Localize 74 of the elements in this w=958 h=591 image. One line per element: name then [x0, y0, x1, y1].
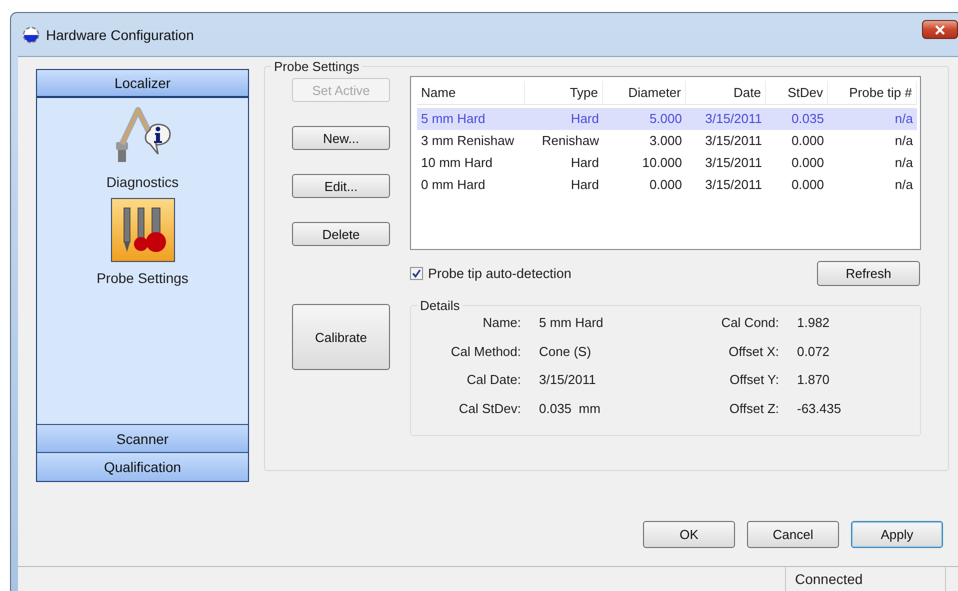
dialog-button[interactable]: Apply [851, 521, 943, 548]
window-title: Hardware Configuration [46, 26, 194, 42]
group-title: Details [419, 298, 461, 313]
table-cell-text: Hard [570, 154, 600, 172]
action-button[interactable]: New... [292, 126, 390, 150]
action-button[interactable]: Delete [292, 222, 390, 246]
table-cell-text: n/a [894, 176, 914, 194]
field-value: 1.982 [797, 315, 831, 332]
table-cell-text: n/a [894, 132, 914, 150]
table-cell-text: 3/15/2011 [704, 154, 763, 172]
field-label: Cal Method: [450, 344, 521, 360]
sidebar-header[interactable]: Localizer [37, 70, 248, 98]
table-cell-text: 5 mm Hard [420, 110, 486, 128]
status-text: Connected [795, 571, 863, 587]
field-label: Offset Z: [728, 400, 779, 418]
action-button[interactable]: Edit... [292, 174, 390, 198]
table-cell-text: 3/15/2011 [704, 176, 763, 194]
field-value: -63.435 [797, 400, 842, 418]
field-value: 0.035 mm [539, 400, 602, 418]
table-cell-text: 10.000 [641, 154, 683, 172]
sidebar-header[interactable]: Scanner [37, 425, 248, 453]
table-cell-text: 3/15/2011 [704, 110, 763, 128]
column-header[interactable]: Diameter [603, 81, 686, 105]
field-label: Cal Cond: [720, 315, 779, 332]
auto-detect-checkbox[interactable] [410, 266, 423, 280]
table-cell-text: 0.000 [790, 176, 825, 194]
field-value: 3/15/2011 [539, 372, 597, 389]
table-cell-text: Hard [570, 176, 600, 194]
table-cell-text: n/a [894, 110, 914, 128]
field-label: Cal Date: [466, 372, 521, 389]
column-header[interactable]: Probe tip # [828, 81, 917, 105]
field-value: 1.870 [797, 372, 831, 389]
column-header[interactable]: StDev [766, 81, 828, 105]
table-cell-text: 5.000 [648, 110, 683, 128]
table-cell-text: 3/15/2011 [704, 132, 763, 150]
field-label: Name: [482, 315, 521, 332]
table-cell-text: 0.000 [790, 132, 825, 150]
field-value: 0.072 [797, 344, 831, 360]
table-cell-text: 10 mm Hard [420, 154, 494, 172]
field-label: Cal StDev: [458, 400, 521, 418]
table-cell-text: 0.000 [790, 154, 825, 172]
calibrate-button[interactable]: Calibrate [292, 304, 390, 370]
field-label: Offset Y: [728, 372, 779, 389]
column-header[interactable]: Type [525, 81, 603, 105]
table-cell-text: Renishaw [540, 132, 600, 150]
table-cell-text: 3.000 [648, 132, 683, 150]
table-cell-text: Hard [570, 110, 600, 128]
close-button[interactable] [922, 20, 958, 39]
refresh-button[interactable]: Refresh [817, 260, 920, 286]
table-cell-text: 0.035 [790, 110, 825, 128]
selected-row[interactable]: 5 mm Hard Hard 5.000 3/15/2011 0.035 n/a [417, 108, 917, 130]
table-row[interactable]: 3 mm Renishaw Renishaw 3.000 3/15/2011 0.000 n/a [417, 130, 917, 152]
selected-item-highlight[interactable] [110, 198, 174, 262]
table-cell-text: 0.000 [648, 176, 683, 194]
robot-arm-info-icon [114, 104, 172, 164]
table-cell-text: 0 mm Hard [420, 176, 486, 194]
column-header[interactable]: Name [417, 81, 525, 105]
close-icon [935, 24, 945, 34]
table-row[interactable]: 0 mm Hard Hard 0.000 3/15/2011 0.000 n/a [417, 174, 917, 196]
table-row[interactable]: 10 mm Hard Hard 10.000 3/15/2011 0.000 n/a [417, 152, 917, 174]
dialog-button[interactable]: OK [643, 521, 735, 548]
sidebar-item[interactable]: Probe Settings [96, 270, 188, 286]
group-title: Probe Settings [273, 59, 360, 74]
dialog-button[interactable]: Cancel [747, 521, 839, 548]
table-cell-text: 3 mm Renishaw [420, 132, 516, 150]
field-label: Offset X: [728, 344, 779, 360]
sidebar-header[interactable]: Qualification [37, 453, 248, 481]
checkbox-label: Probe tip auto-detection [428, 266, 572, 280]
table-cell-text: n/a [894, 154, 914, 172]
app-icon [22, 26, 40, 44]
field-value: Cone (S) [539, 344, 592, 361]
field-value: 5 mm Hard [539, 315, 604, 332]
column-header[interactable]: Date [686, 81, 766, 105]
sidebar-item[interactable]: Diagnostics [106, 174, 179, 190]
